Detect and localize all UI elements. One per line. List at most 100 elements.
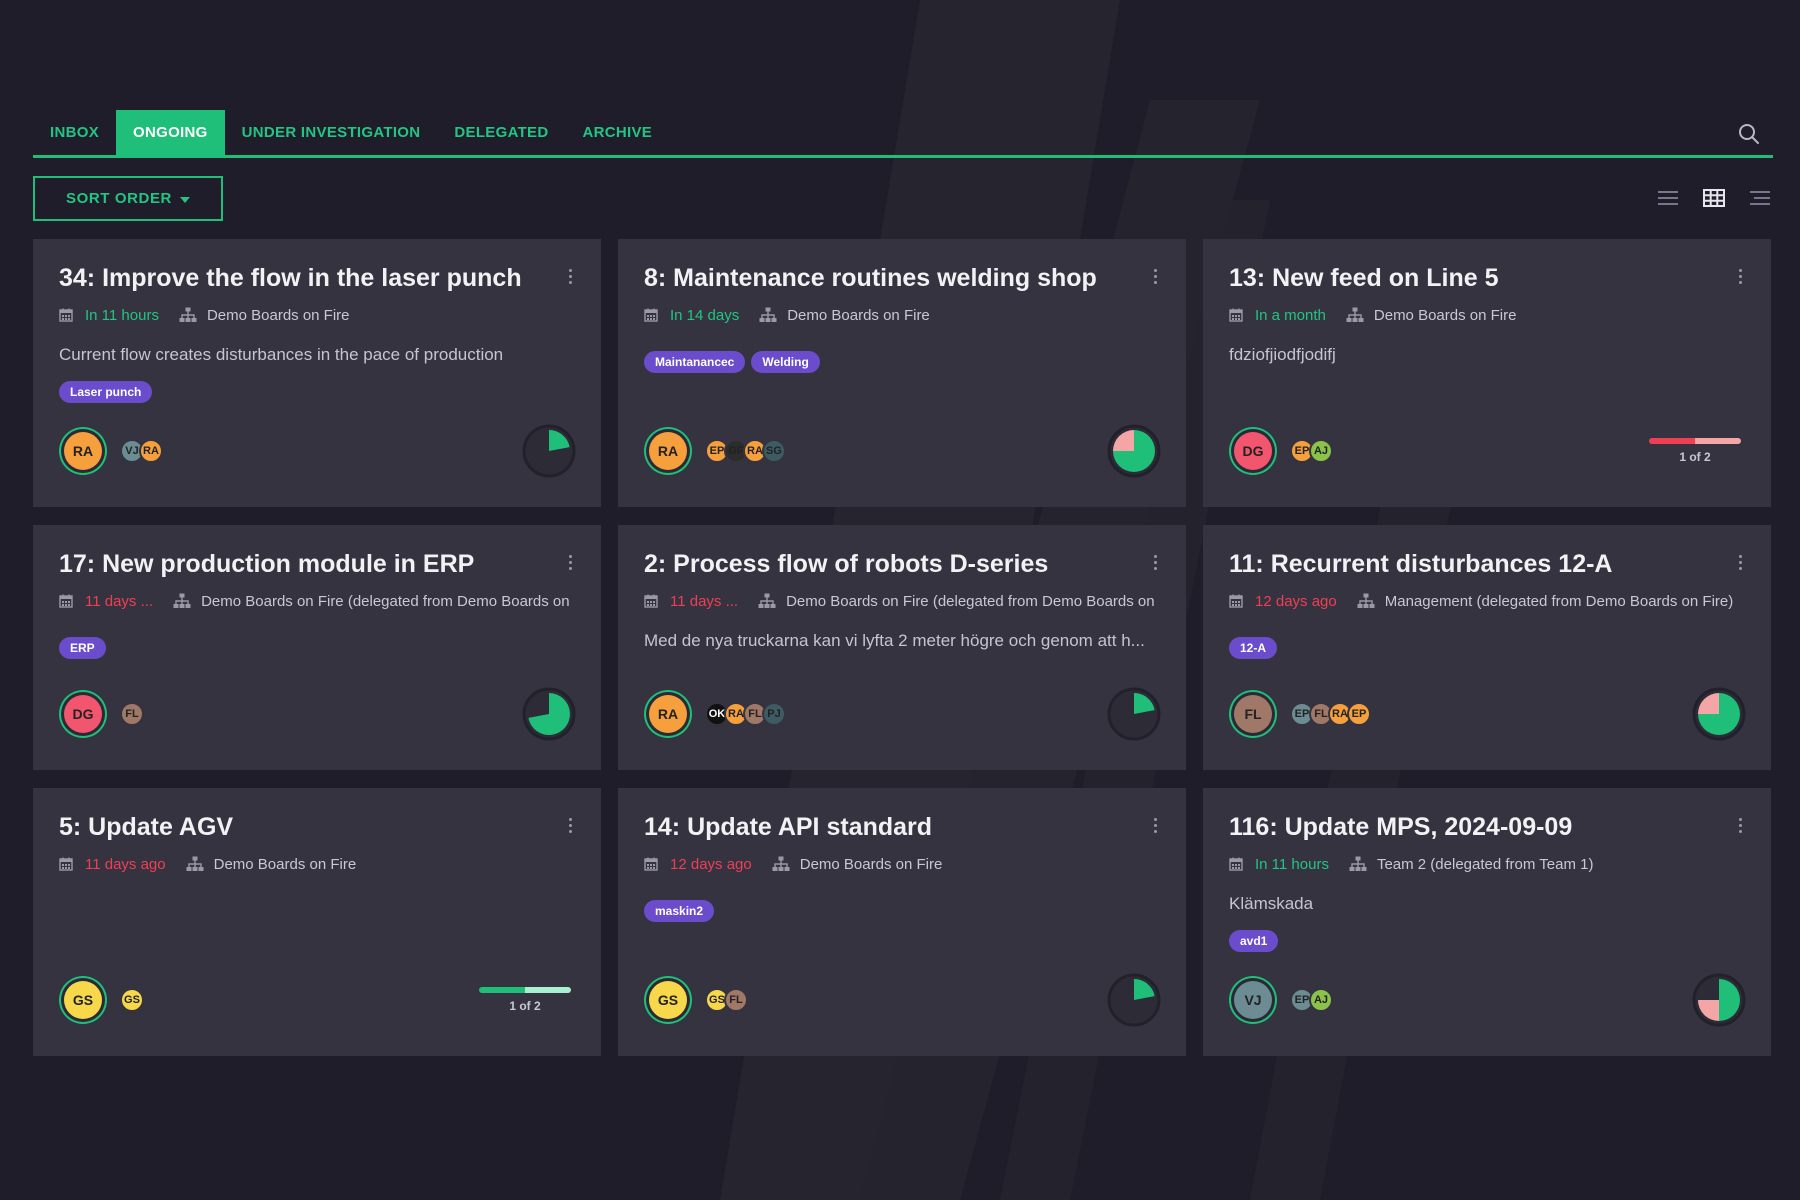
- owner-avatar[interactable]: GS: [64, 981, 102, 1019]
- progress-pie[interactable]: [1106, 972, 1162, 1028]
- member-avatar[interactable]: AJ: [1309, 988, 1333, 1012]
- tag-chip[interactable]: Welding: [751, 350, 820, 373]
- tag-list: 12-A: [1229, 636, 1745, 659]
- member-avatar[interactable]: RA: [139, 439, 163, 463]
- task-card[interactable]: 5: Update AGV 11 days ago Demo Boards on F…: [33, 788, 601, 1056]
- subtask-progress[interactable]: 1 of 2: [1649, 438, 1741, 464]
- sort-order-button[interactable]: SORT ORDER: [33, 176, 223, 221]
- owner-avatar[interactable]: DG: [64, 695, 102, 733]
- more-options-button[interactable]: [1148, 555, 1162, 575]
- card-title[interactable]: 17: New production module in ERP: [59, 551, 549, 579]
- card-title[interactable]: 2: Process flow of robots D-series: [644, 551, 1134, 579]
- organization-icon: [758, 593, 776, 608]
- more-options-button[interactable]: [1733, 555, 1747, 575]
- owner-avatar[interactable]: RA: [649, 695, 687, 733]
- tag-list: avd1: [1229, 929, 1745, 952]
- task-card[interactable]: 8: Maintenance routines welding shop In 1…: [618, 239, 1186, 507]
- card-title[interactable]: 8: Maintenance routines welding shop: [644, 265, 1134, 293]
- grid-view-button[interactable]: [1701, 185, 1727, 211]
- more-options-button[interactable]: [1733, 818, 1747, 838]
- card-title[interactable]: 116: Update MPS, 2024-09-09: [1229, 814, 1719, 842]
- progress-pie[interactable]: [521, 423, 577, 479]
- member-avatar[interactable]: GS: [120, 988, 144, 1012]
- tab-archive[interactable]: ARCHIVE: [565, 110, 669, 155]
- card-title[interactable]: 13: New feed on Line 5: [1229, 265, 1719, 293]
- calendar-icon: [1229, 594, 1243, 608]
- calendar-icon: [644, 308, 658, 322]
- tab-ongoing[interactable]: ONGOING: [116, 110, 225, 155]
- task-card[interactable]: 17: New production module in ERP 11 days …: [33, 525, 601, 770]
- board-name: Demo Boards on Fire (delegated from Demo…: [786, 592, 1155, 610]
- member-avatar[interactable]: FL: [120, 702, 144, 726]
- card-title[interactable]: 11: Recurrent disturbances 12-A: [1229, 551, 1719, 579]
- more-options-button[interactable]: [1148, 269, 1162, 289]
- member-avatars: EP GF RA SG: [705, 439, 786, 463]
- card-meta: In 11 hours Demo Boards on Fire: [59, 307, 579, 324]
- task-card[interactable]: 13: New feed on Line 5 In a month Demo Boa…: [1203, 239, 1771, 507]
- tag-chip[interactable]: Laser punch: [59, 380, 153, 403]
- member-avatar[interactable]: SG: [762, 439, 786, 463]
- tag-chip[interactable]: ERP: [59, 636, 106, 659]
- more-options-button[interactable]: [563, 818, 577, 838]
- owner-avatar[interactable]: GS: [649, 981, 687, 1019]
- more-options-button[interactable]: [1148, 818, 1162, 838]
- tab-inbox[interactable]: INBOX: [33, 110, 116, 155]
- task-card[interactable]: 11: Recurrent disturbances 12-A 12 days a…: [1203, 525, 1771, 770]
- board-name: Management (delegated from Demo Boards o…: [1384, 592, 1734, 610]
- organization-icon: [1357, 593, 1375, 608]
- member-avatar[interactable]: FL: [724, 988, 748, 1012]
- list-view-button[interactable]: [1655, 185, 1681, 211]
- card-title[interactable]: 34: Improve the flow in the laser punch: [59, 265, 549, 293]
- tag-chip[interactable]: maskin2: [644, 899, 715, 922]
- member-avatar[interactable]: PJ: [762, 702, 786, 726]
- card-meta: In a month Demo Boards on Fire: [1229, 307, 1749, 324]
- list-view-icon: [1658, 191, 1678, 205]
- card-title[interactable]: 5: Update AGV: [59, 814, 549, 842]
- progress-remaining: [525, 987, 571, 993]
- card-meta: 12 days ago Management (delegated from De…: [1229, 593, 1749, 610]
- task-card[interactable]: 34: Improve the flow in the laser punch I…: [33, 239, 601, 507]
- tab-under-investigation[interactable]: UNDER INVESTIGATION: [225, 110, 438, 155]
- calendar-icon: [59, 308, 73, 322]
- search-button[interactable]: [1737, 122, 1761, 146]
- subtask-progress[interactable]: 1 of 2: [479, 987, 571, 1013]
- organization-icon: [759, 307, 777, 322]
- tab-delegated[interactable]: DELEGATED: [437, 110, 565, 155]
- progress-pie[interactable]: [521, 686, 577, 742]
- sort-order-label: SORT ORDER: [65, 190, 172, 207]
- calendar-icon: [59, 594, 73, 608]
- progress-pie[interactable]: [1691, 972, 1747, 1028]
- tag-chip[interactable]: 12-A: [1229, 636, 1278, 659]
- member-avatars: OK RA FL PJ: [705, 702, 786, 726]
- card-title[interactable]: 14: Update API standard: [644, 814, 1134, 842]
- tag-chip[interactable]: avd1: [1229, 929, 1279, 952]
- calendar-icon: [644, 594, 658, 608]
- progress-pie[interactable]: [1691, 686, 1747, 742]
- member-avatar[interactable]: EP: [1347, 702, 1371, 726]
- owner-avatar[interactable]: DG: [1234, 432, 1272, 470]
- subtask-progress-bar: [479, 987, 571, 993]
- owner-avatar[interactable]: RA: [64, 432, 102, 470]
- member-avatar[interactable]: AJ: [1309, 439, 1333, 463]
- organization-icon: [1349, 856, 1367, 871]
- tag-chip[interactable]: Maintanancec: [644, 350, 746, 373]
- more-options-button[interactable]: [1733, 269, 1747, 289]
- owner-avatar[interactable]: VJ: [1234, 981, 1272, 1019]
- task-card[interactable]: 14: Update API standard 12 days ago Demo B…: [618, 788, 1186, 1056]
- more-options-button[interactable]: [563, 269, 577, 289]
- compact-view-button[interactable]: [1747, 185, 1773, 211]
- calendar-icon: [1229, 857, 1243, 871]
- task-card[interactable]: 2: Process flow of robots D-series 11 day…: [618, 525, 1186, 770]
- progress-pie[interactable]: [1106, 423, 1162, 479]
- task-card[interactable]: 116: Update MPS, 2024-09-09 In 11 hours Te…: [1203, 788, 1771, 1056]
- more-options-button[interactable]: [563, 555, 577, 575]
- grid-view-icon: [1703, 189, 1725, 207]
- organization-icon: [1346, 307, 1364, 322]
- card-footer: DG FL: [59, 686, 577, 742]
- board-name: Demo Boards on Fire: [206, 306, 350, 324]
- owner-avatar[interactable]: FL: [1234, 695, 1272, 733]
- calendar-icon: [644, 857, 658, 871]
- owner-avatar[interactable]: RA: [649, 432, 687, 470]
- progress-pie[interactable]: [1106, 686, 1162, 742]
